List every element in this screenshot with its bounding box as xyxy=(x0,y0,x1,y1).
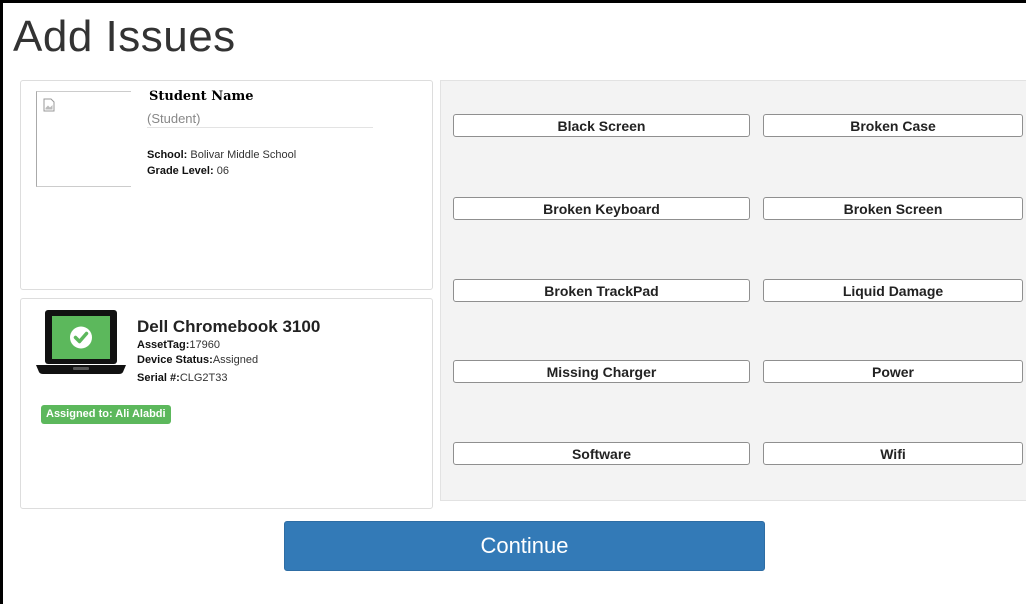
issue-button-broken-case[interactable]: Broken Case xyxy=(763,114,1023,137)
school-info: School: Bolivar Middle School xyxy=(147,149,296,161)
assigned-badge: Assigned to: Ali Alabdi xyxy=(41,405,171,424)
device-status-value: Assigned xyxy=(212,354,259,366)
divider xyxy=(147,127,373,128)
issue-button-missing-charger[interactable]: Missing Charger xyxy=(453,360,750,383)
asset-tag-value: 17960 xyxy=(189,339,220,351)
asset-tag-info: AssetTag:17960 xyxy=(137,339,220,351)
student-photo xyxy=(36,91,131,187)
serial-info: Serial #:CLG2T33 xyxy=(137,372,228,384)
device-name: Dell Chromebook 3100 xyxy=(137,317,321,336)
school-value: Bolivar Middle School xyxy=(187,149,297,161)
grade-label: Grade Level: xyxy=(147,165,214,177)
issue-button-liquid-damage[interactable]: Liquid Damage xyxy=(763,279,1023,302)
issue-button-broken-trackpad[interactable]: Broken TrackPad xyxy=(453,279,750,302)
broken-image-icon xyxy=(43,98,55,112)
issue-button-broken-keyboard[interactable]: Broken Keyboard xyxy=(453,197,750,220)
issues-panel: Black Screen Broken Case Broken Keyboard… xyxy=(440,80,1026,501)
serial-label: Serial #: xyxy=(137,372,180,384)
continue-button[interactable]: Continue xyxy=(284,521,765,571)
issue-button-power[interactable]: Power xyxy=(763,360,1023,383)
asset-tag-label: AssetTag: xyxy=(137,339,190,351)
school-label: School: xyxy=(147,149,188,161)
grade-value: 06 xyxy=(213,165,229,177)
device-card: Dell Chromebook 3100 AssetTag:17960 Devi… xyxy=(20,298,433,509)
student-name-value: (Student) xyxy=(147,111,201,126)
grade-info: Grade Level: 06 xyxy=(147,165,229,177)
student-card: Student Name (Student) School: Bolivar M… xyxy=(20,80,433,290)
device-status-label: Device Status: xyxy=(137,354,213,366)
issue-button-wifi[interactable]: Wifi xyxy=(763,442,1023,465)
issue-button-black-screen[interactable]: Black Screen xyxy=(453,114,750,137)
issue-button-software[interactable]: Software xyxy=(453,442,750,465)
student-name-label: Student Name xyxy=(149,89,254,104)
device-status-info: Device Status:Assigned xyxy=(137,354,258,366)
page-title: Add Issues xyxy=(13,12,236,61)
issue-button-broken-screen[interactable]: Broken Screen xyxy=(763,197,1023,220)
laptop-check-icon xyxy=(36,310,126,374)
serial-value: CLG2T33 xyxy=(179,372,228,384)
